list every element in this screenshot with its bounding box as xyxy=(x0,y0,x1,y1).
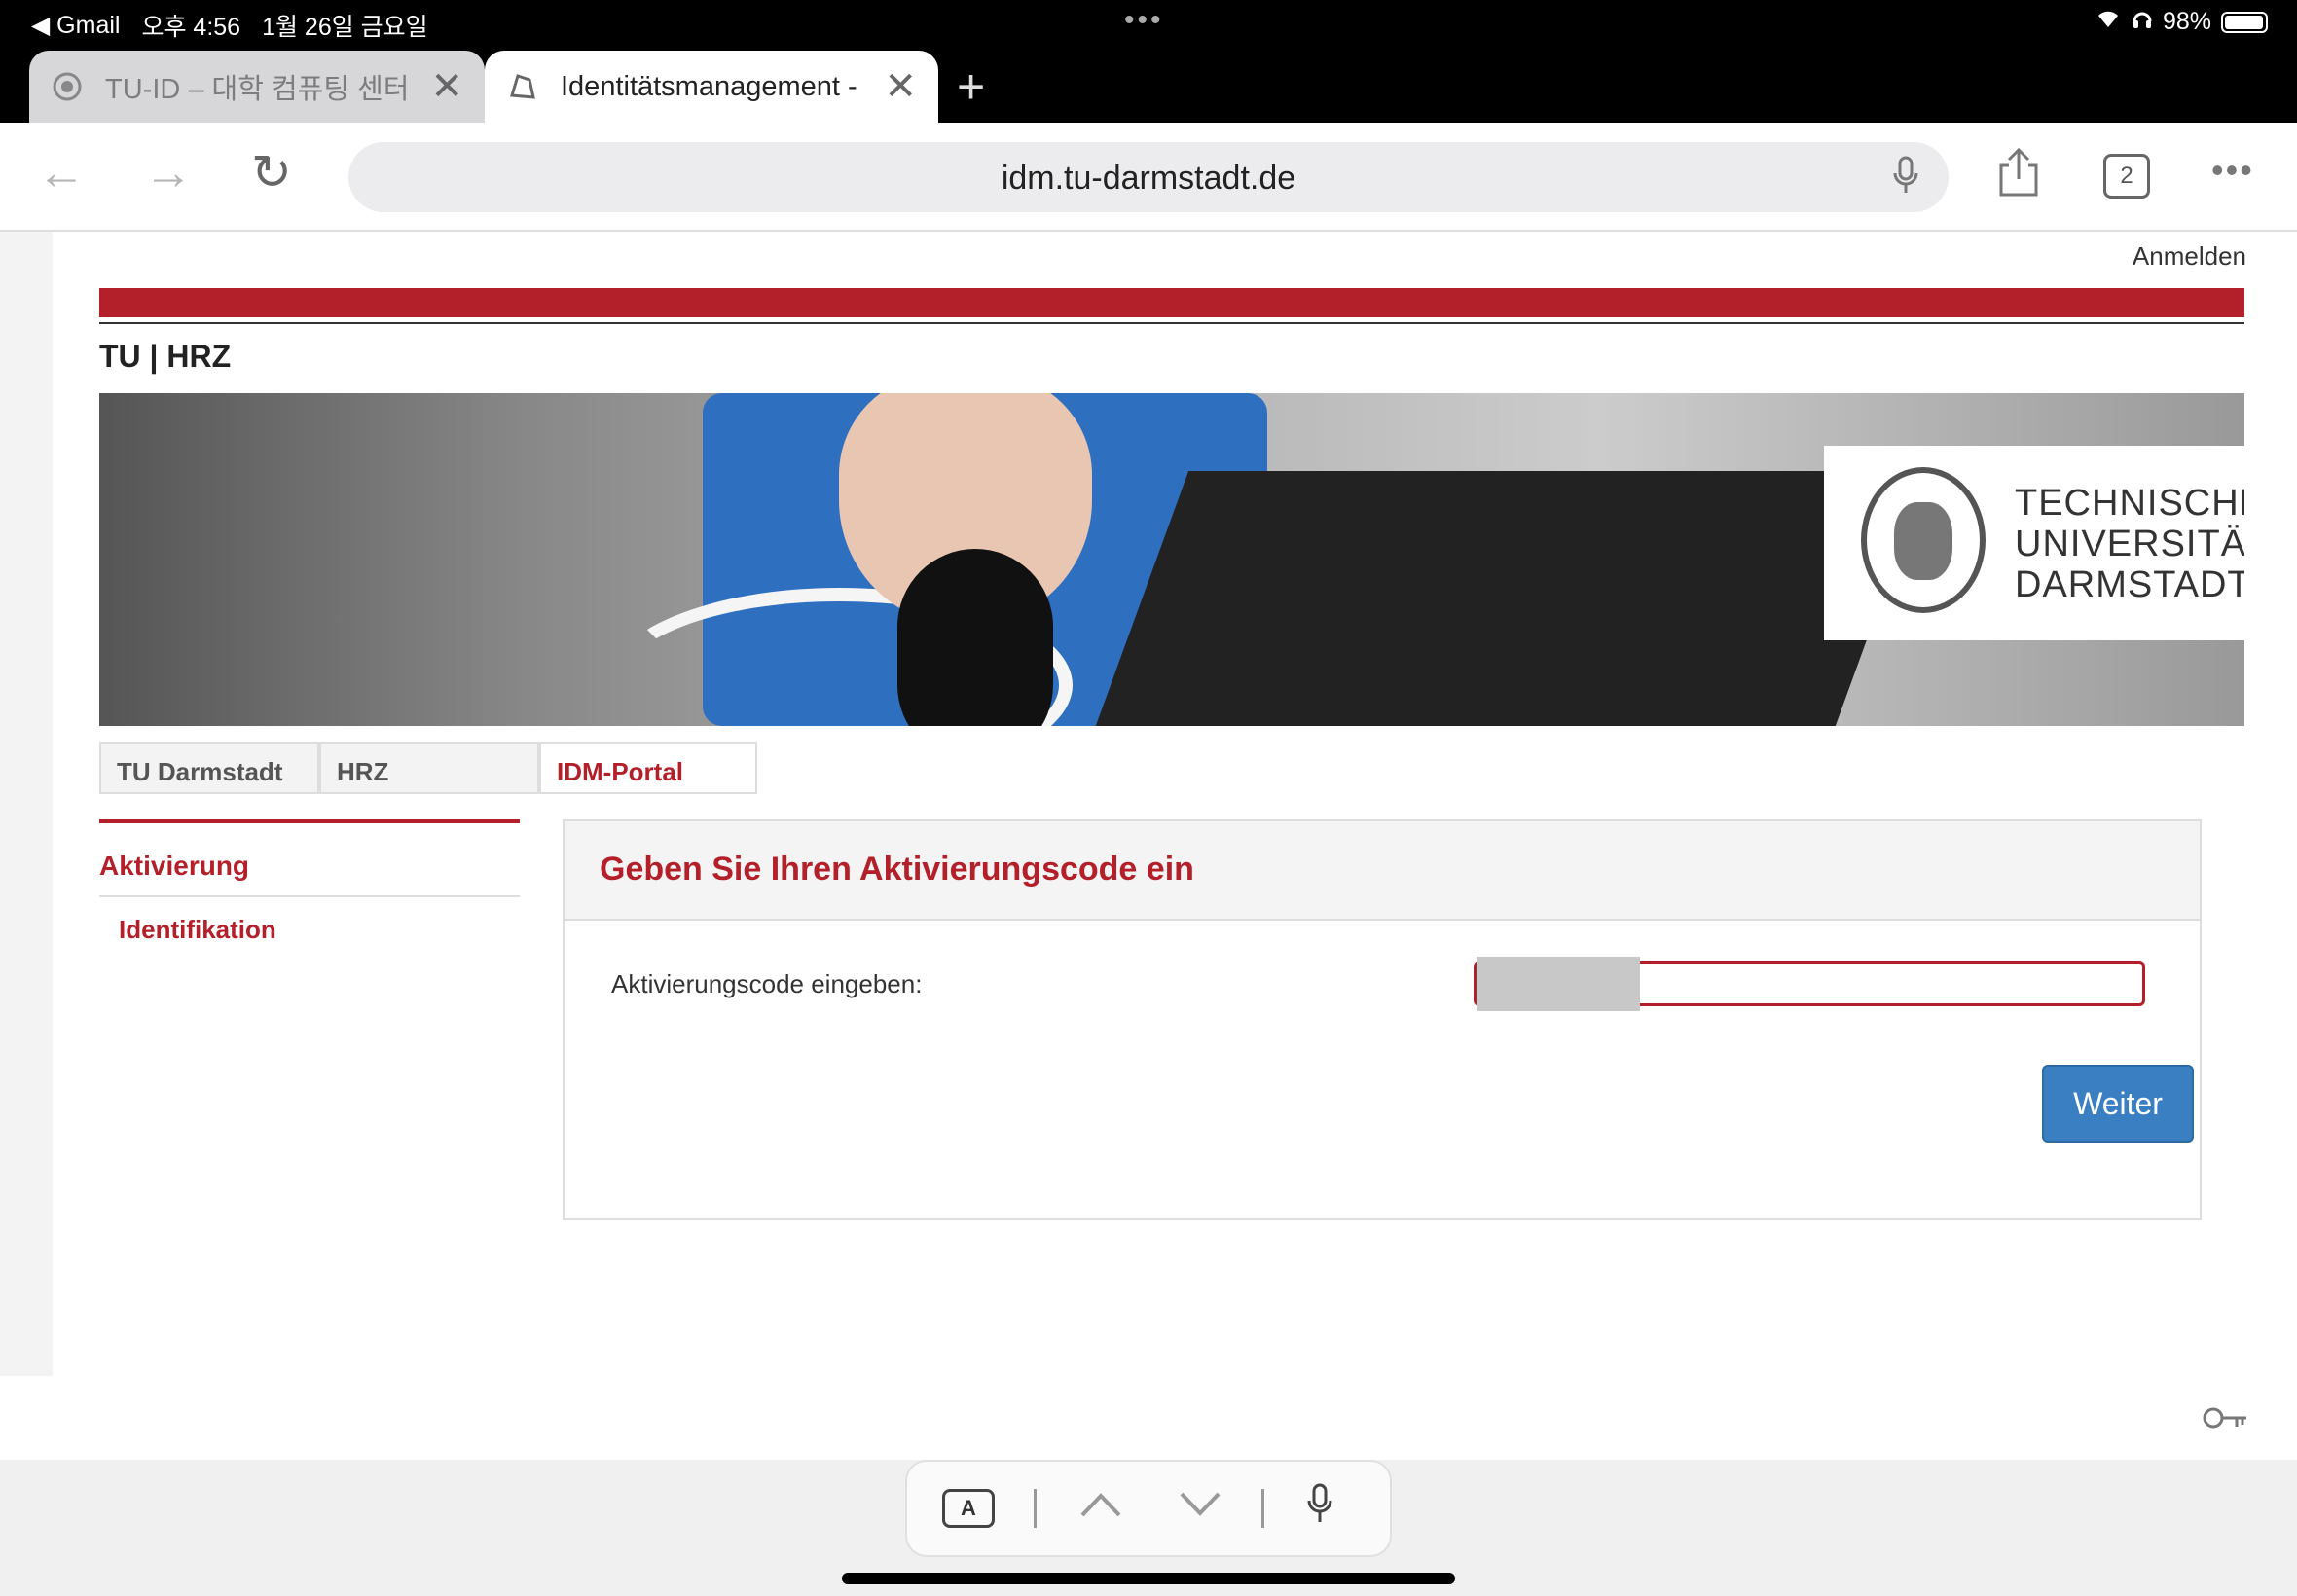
battery-icon xyxy=(2221,11,2268,33)
keyboard-image xyxy=(1092,471,1929,726)
more-options-icon[interactable]: ••• xyxy=(2211,150,2254,191)
back-arrow-icon[interactable]: ← xyxy=(37,144,86,200)
url-text: idm.tu-darmstadt.de xyxy=(1001,160,1296,197)
browser-tab-active[interactable]: Identitätsmanagement - ✕ xyxy=(485,51,938,123)
header-banner-image: TECHNISCHE UNIVERSITÄT DARMSTADT xyxy=(99,393,2244,726)
separator xyxy=(1034,1489,1037,1528)
browser-toolbar: ← → ↻ idm.tu-darmstadt.de 2 ••• xyxy=(0,123,2297,232)
logo-wordmark: TECHNISCHE UNIVERSITÄT DARMSTADT xyxy=(2015,483,2244,605)
nav-tab-idm-portal[interactable]: IDM-Portal xyxy=(539,742,757,794)
sidebar-item-aktivierung[interactable]: Aktivierung xyxy=(99,823,520,897)
headphones-icon xyxy=(2132,8,2153,36)
weiter-button[interactable]: Weiter xyxy=(2042,1065,2194,1143)
multitasking-dots[interactable]: ••• xyxy=(1124,4,1164,37)
shortcut-bar: A xyxy=(905,1460,1392,1557)
separator xyxy=(1261,1489,1264,1528)
page-container: Anmelden TU | HRZ TECHNISCHE UNIVERSITÄT… xyxy=(53,232,2297,1376)
chevron-down-icon[interactable] xyxy=(1178,1485,1222,1529)
page-favicon-icon xyxy=(506,70,539,103)
status-time: 오후 4:56 xyxy=(141,14,241,41)
microphone-icon[interactable] xyxy=(1306,1483,1333,1536)
browser-tab[interactable]: TU-ID – 대학 컴퓨팅 센터 – ✕ xyxy=(29,51,485,123)
share-icon[interactable] xyxy=(1997,146,2040,209)
activation-code-input[interactable] xyxy=(1474,957,2145,1011)
redacted-region xyxy=(1477,957,1640,1011)
address-bar[interactable]: idm.tu-darmstadt.de xyxy=(348,142,1949,212)
close-tab-icon[interactable]: ✕ xyxy=(430,64,463,109)
athena-seal-icon xyxy=(1861,467,1986,613)
sign-in-link[interactable]: Anmelden xyxy=(2133,241,2246,272)
tu-darmstadt-logo[interactable]: TECHNISCHE UNIVERSITÄT DARMSTADT xyxy=(1824,446,2244,640)
tab-switcher-button[interactable]: 2 xyxy=(2103,154,2150,199)
chevron-up-icon[interactable] xyxy=(1078,1485,1123,1529)
browser-tab-bar: TU-ID – 대학 컴퓨팅 센터 – ✕ Identitätsmanageme… xyxy=(0,47,2297,123)
battery-percent: 98% xyxy=(2162,8,2211,35)
site-navigation: TU Darmstadt HRZ IDM-Portal xyxy=(99,742,757,794)
close-tab-icon[interactable]: ✕ xyxy=(884,64,917,109)
header-divider xyxy=(99,322,2244,324)
sidebar: Aktivierung Identifikation xyxy=(99,819,520,962)
site-title: TU | HRZ xyxy=(99,339,232,374)
activation-form: Geben Sie Ihren Aktivierungscode ein Akt… xyxy=(563,819,2202,1220)
reload-icon[interactable]: ↻ xyxy=(251,144,292,200)
tab-title: Identitätsmanagement - xyxy=(561,70,857,102)
web-page: Anmelden TU | HRZ TECHNISCHE UNIVERSITÄT… xyxy=(0,232,2297,1376)
mouse-image xyxy=(897,549,1053,726)
status-date: 1월 26일 금요일 xyxy=(262,14,428,41)
microphone-icon[interactable] xyxy=(1892,156,1919,203)
new-tab-icon[interactable]: + xyxy=(957,58,985,115)
back-to-app-link[interactable]: ◀ Gmail xyxy=(31,11,120,40)
form-heading: Geben Sie Ihren Aktivierungscode ein xyxy=(565,821,2200,921)
tab-title: TU-ID – 대학 컴퓨팅 센터 – xyxy=(105,74,418,105)
tu-seal-icon xyxy=(51,70,84,103)
home-indicator[interactable] xyxy=(842,1573,1455,1584)
forward-arrow-icon[interactable]: → xyxy=(144,144,193,200)
format-text-button[interactable]: A xyxy=(942,1489,995,1528)
activation-code-label: Aktivierungscode eingeben: xyxy=(611,969,923,998)
wifi-icon xyxy=(2095,8,2122,36)
nav-tab-tu-darmstadt[interactable]: TU Darmstadt xyxy=(99,742,319,794)
bottom-keyboard-area: A xyxy=(0,1460,2297,1596)
nav-tab-hrz[interactable]: HRZ xyxy=(319,742,539,794)
header-red-bar xyxy=(99,288,2244,317)
status-bar: ◀ Gmail 오후 4:56 1월 26일 금요일 ••• 98% xyxy=(0,0,2297,47)
key-icon[interactable] xyxy=(2202,1401,2248,1439)
password-accessory-bar xyxy=(0,1376,2297,1460)
sidebar-item-identifikation[interactable]: Identifikation xyxy=(99,897,520,962)
